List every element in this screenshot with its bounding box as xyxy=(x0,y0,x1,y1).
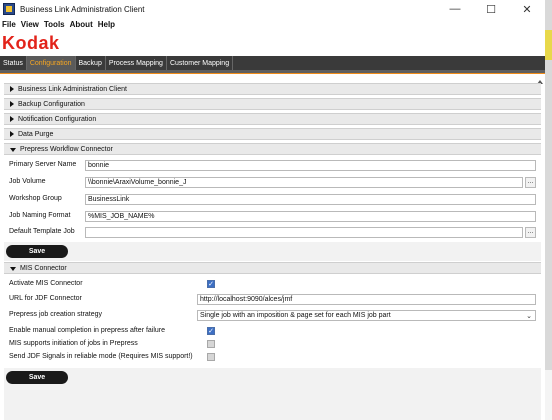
section-label: MIS Connector xyxy=(20,264,67,272)
title-bar: Business Link Administration Client — ☐ … xyxy=(0,0,545,18)
manual-completion-row: Enable manual completion in prepress aft… xyxy=(9,326,539,338)
background-decoration xyxy=(545,370,552,420)
jdf-signals-checkbox[interactable] xyxy=(207,353,215,361)
app-window: Business Link Administration Client — ☐ … xyxy=(0,0,545,420)
workshop-group-input[interactable]: BusinessLink xyxy=(85,194,536,205)
tab-accent-line xyxy=(0,73,545,74)
maximize-button[interactable]: ☐ xyxy=(473,0,509,18)
menu-view[interactable]: View xyxy=(21,20,39,29)
section-prepress-workflow-connector[interactable]: Prepress Workflow Connector xyxy=(4,143,541,155)
tab-status[interactable]: Status xyxy=(0,56,27,70)
default-template-label: Default Template Job xyxy=(9,228,75,235)
window-title: Business Link Administration Client xyxy=(20,4,145,14)
section-business-link[interactable]: Business Link Administration Client xyxy=(4,83,541,95)
job-naming-row: Job Naming Format %MIS_JOB_NAME% xyxy=(9,211,539,223)
activate-mis-label: Activate MIS Connector xyxy=(9,280,83,287)
menu-help[interactable]: Help xyxy=(98,20,115,29)
mis-panel: Activate MIS Connector ✓ URL for JDF Con… xyxy=(4,276,541,366)
chevron-down-icon: ⌄ xyxy=(526,313,532,320)
strategy-selected-value: Single job with an imposition & page set… xyxy=(200,312,391,319)
collapse-arrow-icon xyxy=(10,266,16,271)
section-notification-configuration[interactable]: Notification Configuration xyxy=(4,113,541,125)
job-volume-input[interactable]: \\bonnie\AraxiVolume_bonnie_J xyxy=(85,177,523,188)
strategy-label: Prepress job creation strategy xyxy=(9,311,102,318)
section-label: Business Link Administration Client xyxy=(18,85,127,93)
tab-backup[interactable]: Backup xyxy=(76,56,106,70)
menu-bar: File View Tools About Help xyxy=(0,18,545,30)
primary-server-input[interactable]: bonnie xyxy=(85,160,536,171)
jdf-url-input[interactable]: http://localhost:9090/alces/jmf xyxy=(197,294,536,305)
section-label: Notification Configuration xyxy=(18,115,97,123)
job-naming-label: Job Naming Format xyxy=(9,212,71,219)
primary-server-label: Primary Server Name xyxy=(9,161,77,168)
background-decoration xyxy=(545,30,552,60)
strategy-select[interactable]: Single job with an imposition & page set… xyxy=(197,310,536,321)
collapse-arrow-icon xyxy=(10,147,16,152)
section-label: Prepress Workflow Connector xyxy=(20,145,113,153)
jdf-signals-label: Send JDF Signals in reliable mode (Requi… xyxy=(9,353,193,360)
section-mis-connector[interactable]: MIS Connector xyxy=(4,262,541,274)
jdf-signals-row: Send JDF Signals in reliable mode (Requi… xyxy=(9,352,539,364)
activate-mis-checkbox[interactable]: ✓ xyxy=(207,280,215,288)
default-template-input[interactable] xyxy=(85,227,523,238)
mis-save-button[interactable]: Save xyxy=(6,371,68,384)
workshop-group-label: Workshop Group xyxy=(9,195,62,202)
workshop-group-row: Workshop Group BusinessLink xyxy=(9,194,539,206)
section-label: Backup Configuration xyxy=(18,100,85,108)
initiation-label: MIS supports initiation of jobs in Prepr… xyxy=(9,340,138,347)
mis-save-bar: Save xyxy=(4,368,541,387)
minimize-button[interactable]: — xyxy=(437,0,473,18)
section-backup-configuration[interactable]: Backup Configuration xyxy=(4,98,541,110)
manual-completion-checkbox[interactable]: ✓ xyxy=(207,327,215,335)
main-tab-bar: Status Configuration Backup Process Mapp… xyxy=(0,56,545,70)
kodak-logo: Kodak xyxy=(2,33,60,53)
default-template-browse-button[interactable]: ... xyxy=(525,227,536,238)
strategy-row: Prepress job creation strategy Single jo… xyxy=(9,310,539,322)
prepress-save-button[interactable]: Save xyxy=(6,245,68,258)
section-data-purge[interactable]: Data Purge xyxy=(4,128,541,140)
menu-tools[interactable]: Tools xyxy=(44,20,65,29)
default-template-row: Default Template Job ... xyxy=(9,227,539,239)
section-label: Data Purge xyxy=(18,130,54,138)
job-volume-browse-button[interactable]: ... xyxy=(525,177,536,188)
job-volume-label: Job Volume xyxy=(9,178,46,185)
background-desktop-strip xyxy=(545,0,552,420)
prepress-save-bar: Save xyxy=(4,242,541,261)
tab-customer-mapping[interactable]: Customer Mapping xyxy=(167,56,234,70)
initiation-checkbox[interactable] xyxy=(207,340,215,348)
jdf-url-row: URL for JDF Connector http://localhost:9… xyxy=(9,294,539,306)
expand-arrow-icon xyxy=(10,131,14,137)
menu-about[interactable]: About xyxy=(70,20,93,29)
jdf-url-label: URL for JDF Connector xyxy=(9,295,82,302)
manual-completion-label: Enable manual completion in prepress aft… xyxy=(9,327,166,334)
initiation-row: MIS supports initiation of jobs in Prepr… xyxy=(9,339,539,351)
close-button[interactable]: ✕ xyxy=(509,0,545,18)
expand-arrow-icon xyxy=(10,116,14,122)
job-naming-input[interactable]: %MIS_JOB_NAME% xyxy=(85,211,536,222)
expand-arrow-icon xyxy=(10,86,14,92)
app-icon xyxy=(3,3,15,15)
window-controls: — ☐ ✕ xyxy=(437,0,545,18)
job-volume-row: Job Volume \\bonnie\AraxiVolume_bonnie_J… xyxy=(9,177,539,189)
tab-process-mapping[interactable]: Process Mapping xyxy=(106,56,167,70)
menu-file[interactable]: File xyxy=(2,20,16,29)
mis-save-area xyxy=(4,385,541,420)
tab-configuration[interactable]: Configuration xyxy=(26,56,76,70)
prepress-panel: Primary Server Name bonnie Job Volume \\… xyxy=(4,157,541,241)
activate-mis-row: Activate MIS Connector ✓ xyxy=(9,279,539,291)
expand-arrow-icon xyxy=(10,101,14,107)
primary-server-row: Primary Server Name bonnie xyxy=(9,160,539,172)
